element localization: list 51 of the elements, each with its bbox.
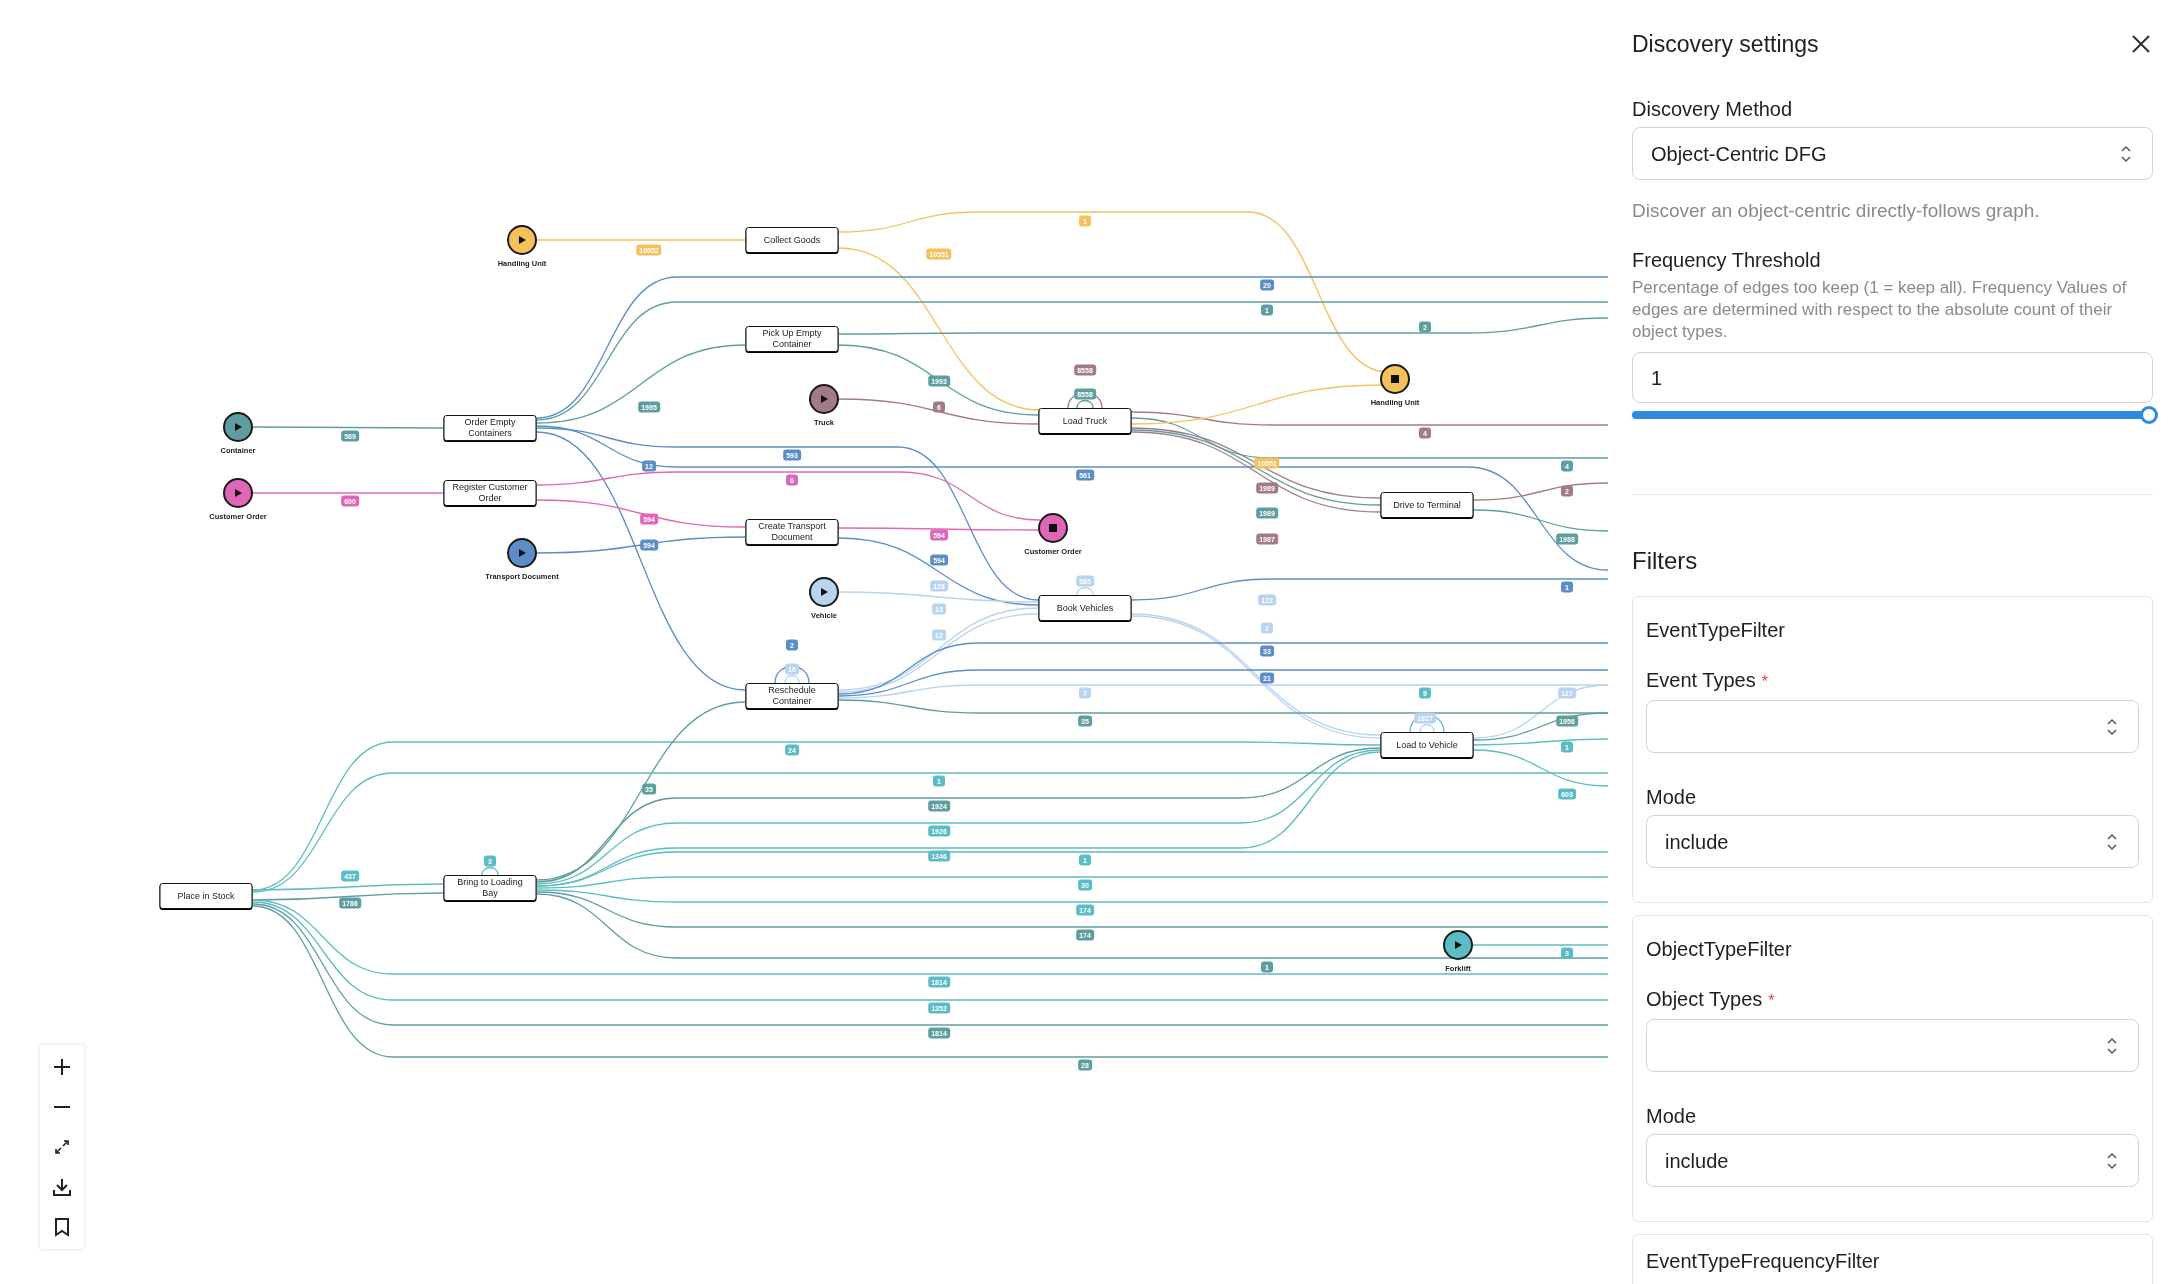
play-icon (819, 394, 829, 404)
bookmark-icon (53, 1217, 71, 1237)
section-heading: Filters (1632, 546, 1699, 576)
chevron-up-down-icon (2120, 144, 2132, 163)
play-icon (233, 422, 243, 432)
chevron-up-down-icon (2106, 717, 2118, 736)
activity-node: Place in Stock (159, 883, 253, 909)
play-icon (517, 548, 527, 558)
download-icon (51, 1176, 73, 1198)
chevron-up-down-icon (2106, 832, 2118, 851)
play-icon (517, 235, 527, 245)
chevron-up-down-icon (2106, 1036, 2118, 1055)
play-icon (819, 587, 829, 597)
field-label: Object Types (1646, 987, 1763, 1011)
hint-text: Discover an object-centric directly-follows graph. (1632, 199, 2041, 223)
play-icon (233, 488, 243, 498)
threshold-input[interactable]: 1 (1632, 352, 2153, 403)
activity-node: Order Empty Containers (443, 415, 537, 441)
filter-title: ObjectTypeFilter (1646, 937, 1793, 961)
play-icon (1453, 940, 1463, 950)
activity-node: Bring to Loading Bay (443, 875, 537, 901)
required-mark: * (1768, 991, 1775, 1011)
activity-node: Reschedule Container (745, 683, 839, 709)
field-label: Mode (1646, 1104, 1697, 1128)
mode-select[interactable]: include (1646, 815, 2139, 868)
slider-thumb[interactable] (2140, 406, 2158, 424)
stop-icon (1048, 523, 1058, 533)
filter-title: EventTypeFrequencyFilter (1646, 1249, 1881, 1273)
activity-node: Drive to Terminal (1380, 492, 1474, 518)
activity-node: Pick Up Empty Container (745, 326, 839, 352)
plus-icon (52, 1057, 72, 1077)
mode-select[interactable]: include (1646, 1134, 2139, 1187)
activity-node: Collect Goods (745, 227, 839, 253)
required-mark: * (1761, 672, 1768, 692)
description-text: Percentage of edges too keep (1 = keep all). Frequency Values of edges are determined with respect to the absolute count of their object types. (1632, 277, 2128, 343)
expand-icon (54, 1139, 70, 1155)
discovery-method-select[interactable]: Object-Centric DFG (1632, 127, 2153, 180)
filter-title: EventTypeFilter (1646, 618, 1786, 642)
field-label: Mode (1646, 785, 1697, 809)
activity-node: Register Customer Order (443, 480, 537, 506)
stop-icon (1390, 374, 1400, 384)
minus-icon (52, 1105, 72, 1109)
activity-node: Create Transport Document (745, 519, 839, 545)
field-label: Event Types (1646, 668, 1756, 692)
activity-node: Load Truck (1038, 408, 1132, 434)
activity-node: Book Vehicles (1038, 595, 1132, 621)
panel-title: Discovery settings (1632, 30, 1819, 59)
chevron-up-down-icon (2106, 1151, 2118, 1170)
field-label: Frequency Threshold (1632, 248, 1822, 272)
field-label: Discovery Method (1632, 97, 1794, 121)
activity-node: Load to Vehicle (1380, 732, 1474, 758)
